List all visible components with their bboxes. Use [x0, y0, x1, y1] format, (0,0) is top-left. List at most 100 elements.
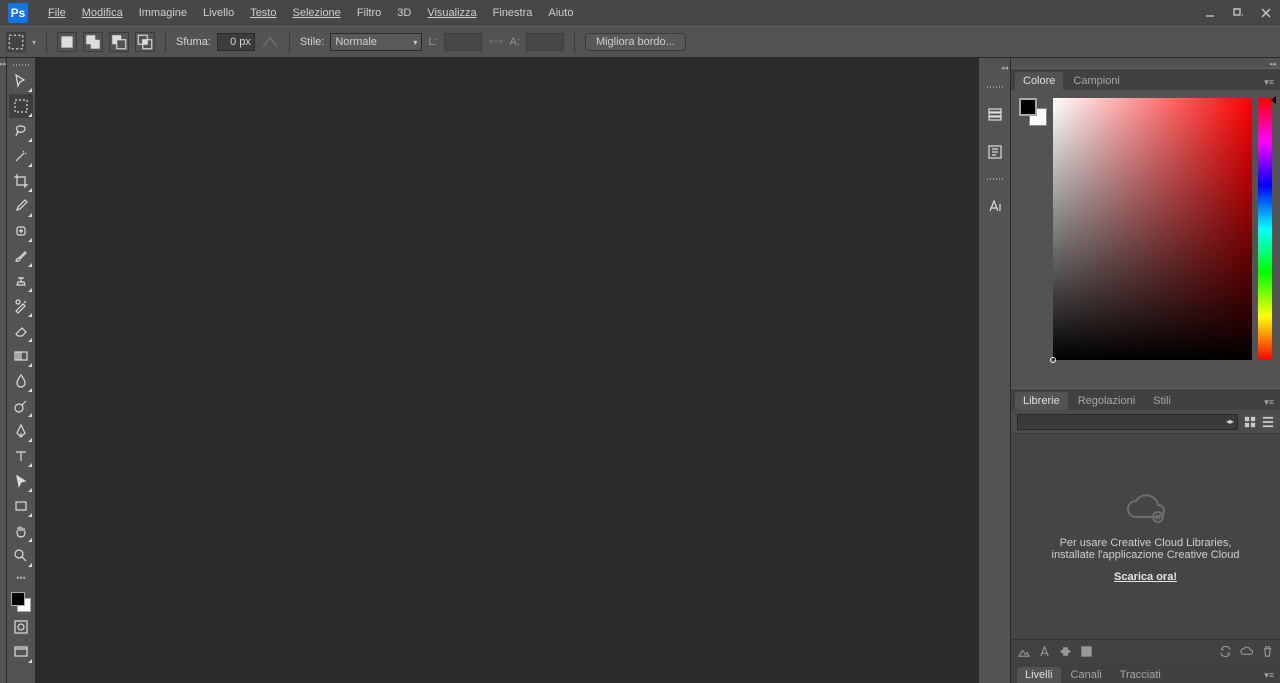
zoom-tool[interactable] — [9, 544, 33, 568]
eraser-tool[interactable] — [9, 319, 33, 343]
width-input — [444, 33, 482, 51]
width-label: L: — [428, 36, 437, 48]
rectangle-tool[interactable] — [9, 494, 33, 518]
tab-stili[interactable]: Stili — [1145, 392, 1179, 410]
tab-colore[interactable]: Colore — [1015, 72, 1063, 90]
quick-mask-toggle[interactable] — [9, 615, 33, 639]
style-select[interactable]: Normale▾ — [330, 33, 422, 51]
menubar: Ps File Modifica Immagine Livello Testo … — [0, 0, 1280, 26]
add-character-style-icon[interactable] — [1038, 645, 1051, 658]
libraries-panel-menu-icon[interactable]: ▾≡ — [1258, 395, 1280, 410]
toolbox-grip[interactable] — [10, 62, 32, 68]
tab-regolazioni[interactable]: Regolazioni — [1070, 392, 1143, 410]
add-color-icon[interactable] — [1080, 645, 1093, 658]
gradient-tool[interactable] — [9, 344, 33, 368]
left-collapse-strip[interactable]: ▸▸ — [0, 58, 7, 683]
menu-selezione[interactable]: Selezione — [284, 3, 348, 23]
canvas-area[interactable] — [36, 58, 978, 683]
color-panel-swatches[interactable] — [1019, 98, 1047, 126]
close-button[interactable] — [1252, 3, 1280, 23]
clone-stamp-tool[interactable] — [9, 269, 33, 293]
menu-finestra[interactable]: Finestra — [485, 3, 541, 23]
type-tool[interactable] — [9, 444, 33, 468]
menu-testo[interactable]: Testo — [242, 3, 284, 23]
menu-3d[interactable]: 3D — [389, 3, 419, 23]
refine-edge-button[interactable]: Migliora bordo... — [585, 33, 686, 51]
marquee-tool[interactable] — [9, 94, 33, 118]
selection-add-icon[interactable] — [83, 32, 103, 52]
hand-tool[interactable] — [9, 519, 33, 543]
history-brush-tool[interactable] — [9, 294, 33, 318]
tab-tracciati[interactable]: Tracciati — [1112, 667, 1169, 683]
style-label: Stile: — [300, 36, 324, 48]
add-graphic-icon[interactable] — [1017, 645, 1030, 658]
brush-tool[interactable] — [9, 244, 33, 268]
color-panel-menu-icon[interactable]: ▾≡ — [1258, 75, 1280, 90]
libraries-message: Per usare Creative Cloud Libraries, inst… — [1052, 537, 1240, 561]
eyedropper-tool[interactable] — [9, 194, 33, 218]
toolbox: ••• — [7, 58, 36, 683]
blur-tool[interactable] — [9, 369, 33, 393]
right-panels: ◂◂ Colore Campioni ▾≡ Librerie Regolazio… — [1010, 58, 1280, 683]
menu-livello[interactable]: Livello — [195, 3, 242, 23]
menu-aiuto[interactable]: Aiuto — [540, 3, 581, 23]
character-panel-icon[interactable] — [983, 194, 1007, 218]
properties-panel-icon[interactable] — [983, 140, 1007, 164]
layers-panel-menu-icon[interactable]: ▾≡ — [1258, 668, 1280, 683]
selection-intersect-icon[interactable] — [135, 32, 155, 52]
libraries-panel: ◂▸ Per usare Creative Cloud Libraries, i… — [1011, 410, 1280, 663]
menu-immagine[interactable]: Immagine — [131, 3, 195, 23]
menu-file[interactable]: File — [40, 3, 74, 23]
menu-visualizza[interactable]: Visualizza — [419, 3, 484, 23]
history-panel-icon[interactable] — [983, 102, 1007, 126]
trash-icon[interactable] — [1261, 645, 1274, 658]
collapse-panels-icon[interactable]: ◂◂ — [1011, 58, 1280, 68]
tab-campioni[interactable]: Campioni — [1065, 72, 1127, 90]
height-input — [526, 33, 564, 51]
libraries-footer — [1011, 639, 1280, 663]
sync-icon[interactable] — [1219, 645, 1232, 658]
hue-slider[interactable] — [1258, 98, 1272, 360]
feather-label: Sfuma: — [176, 36, 211, 48]
tab-canali[interactable]: Canali — [1063, 667, 1110, 683]
add-layer-style-icon[interactable] — [1059, 645, 1072, 658]
pen-tool[interactable] — [9, 419, 33, 443]
libraries-dropdown[interactable]: ◂▸ — [1017, 414, 1238, 430]
path-selection-tool[interactable] — [9, 469, 33, 493]
cloud-icon[interactable] — [1240, 645, 1253, 658]
tab-livelli[interactable]: Livelli — [1017, 667, 1061, 683]
maximize-button[interactable] — [1224, 3, 1252, 23]
window-controls — [1196, 3, 1280, 23]
menu-filtro[interactable]: Filtro — [349, 3, 389, 23]
layers-panel-tabs: Livelli Canali Tracciati ▾≡ — [1011, 663, 1280, 683]
selection-new-icon[interactable] — [57, 32, 77, 52]
list-view-icon[interactable] — [1262, 416, 1274, 428]
color-panel — [1011, 90, 1280, 388]
edit-toolbar[interactable]: ••• — [9, 569, 33, 587]
magic-wand-tool[interactable] — [9, 144, 33, 168]
feather-input[interactable]: 0 px — [217, 33, 255, 51]
healing-brush-tool[interactable] — [9, 219, 33, 243]
screen-mode-toggle[interactable] — [9, 640, 33, 664]
color-swatches[interactable] — [9, 590, 33, 614]
menu-modifica[interactable]: Modifica — [74, 3, 131, 23]
lasso-tool[interactable] — [9, 119, 33, 143]
cloud-offline-icon — [1126, 491, 1166, 527]
height-label: A: — [510, 36, 520, 48]
tab-librerie[interactable]: Librerie — [1015, 392, 1068, 410]
marquee-tool-icon[interactable] — [6, 32, 26, 52]
libraries-panel-tabs: Librerie Regolazioni Stili ▾≡ — [1011, 388, 1280, 410]
move-tool[interactable] — [9, 69, 33, 93]
swap-dimensions-icon — [488, 33, 504, 52]
saturation-brightness-picker[interactable] — [1053, 98, 1252, 360]
antialias-icon — [261, 33, 279, 51]
download-link[interactable]: Scarica ora! — [1114, 571, 1177, 583]
selection-subtract-icon[interactable] — [109, 32, 129, 52]
dodge-tool[interactable] — [9, 394, 33, 418]
minimize-button[interactable] — [1196, 3, 1224, 23]
app-logo: Ps — [8, 3, 28, 23]
grid-view-icon[interactable] — [1244, 416, 1256, 428]
libraries-toolbar: ◂▸ — [1011, 410, 1280, 434]
crop-tool[interactable] — [9, 169, 33, 193]
expand-dock-icon[interactable]: ◂◂ — [1001, 64, 1010, 72]
